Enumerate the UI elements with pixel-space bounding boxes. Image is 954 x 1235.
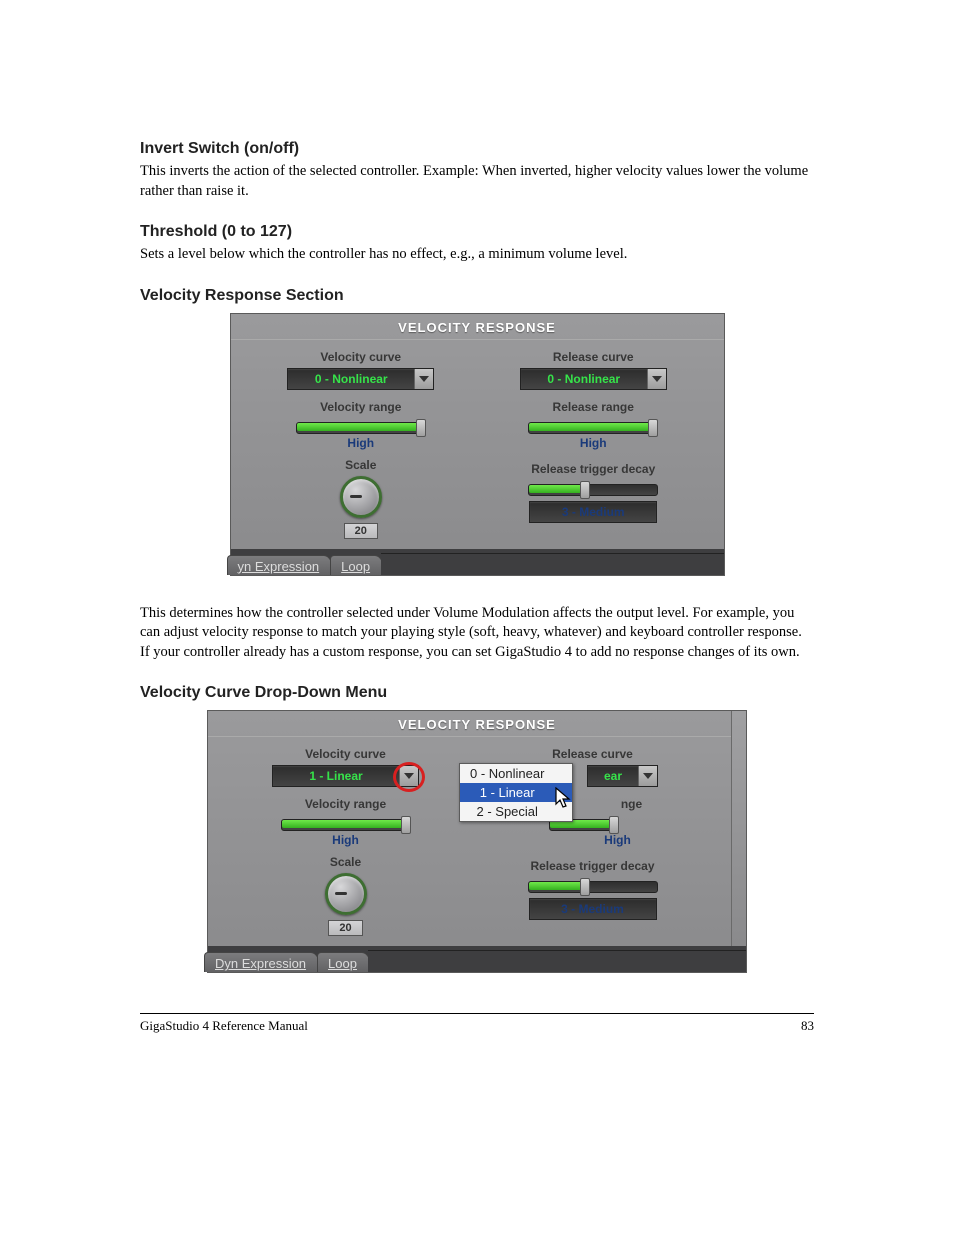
velocity-range-value: High xyxy=(245,436,478,450)
velocity-curve-value: 0 - Nonlinear xyxy=(288,372,414,386)
page-footer: GigaStudio 4 Reference Manual 83 xyxy=(140,1018,814,1034)
release-trigger-value: 3 - Medium xyxy=(530,902,656,916)
tab-loop[interactable]: Loop xyxy=(317,952,372,972)
body-threshold: Sets a level below which the controller … xyxy=(140,245,814,265)
page-number: 83 xyxy=(801,1018,814,1034)
label-release-trigger-decay: Release trigger decay xyxy=(469,859,716,873)
release-range-value: High xyxy=(477,436,710,450)
velocity-curve-dropdown[interactable]: 0 - Nonlinear xyxy=(287,368,434,390)
label-velocity-curve: Velocity curve xyxy=(245,350,478,364)
velocity-response-panel-a: VELOCITY RESPONSE Velocity curve 0 - Non… xyxy=(230,313,725,576)
release-range-slider[interactable] xyxy=(528,420,658,434)
heading-threshold: Threshold (0 to 127) xyxy=(140,223,814,241)
heading-invert: Invert Switch (on/off) xyxy=(140,140,814,158)
panel-title: VELOCITY RESPONSE xyxy=(208,711,746,737)
release-trigger-value: 3 - Medium xyxy=(530,505,656,519)
release-trigger-slider[interactable] xyxy=(528,879,658,893)
scale-value[interactable]: 20 xyxy=(344,523,378,539)
tab-dyn-expression[interactable]: Dyn Expression xyxy=(204,952,321,972)
velocity-curve-menu[interactable]: 0 - Nonlinear 1 - Linear 2 - Special xyxy=(459,763,573,822)
label-velocity-curve: Velocity curve xyxy=(222,747,469,761)
label-release-range: Release range xyxy=(477,400,710,414)
release-curve-value: 0 - Nonlinear xyxy=(521,372,647,386)
body-velocity-response: This determines how the controller selec… xyxy=(140,604,814,663)
scale-value[interactable]: 20 xyxy=(328,920,362,936)
dropdown-arrow-icon[interactable] xyxy=(414,369,433,389)
body-invert: This inverts the action of the selected … xyxy=(140,162,814,201)
dropdown-arrow-icon[interactable] xyxy=(638,766,657,786)
velocity-range-slider[interactable] xyxy=(296,420,426,434)
label-scale: Scale xyxy=(222,855,469,869)
menu-option-special[interactable]: 2 - Special xyxy=(460,802,572,821)
release-trigger-dropdown[interactable]: 3 - Medium xyxy=(529,898,657,920)
panel-tabs: yn Expression Loop xyxy=(231,549,724,575)
menu-option-linear[interactable]: 1 - Linear xyxy=(460,783,572,802)
label-scale: Scale xyxy=(245,458,478,472)
dropdown-arrow-icon[interactable] xyxy=(399,766,418,786)
release-trigger-slider[interactable] xyxy=(528,482,658,496)
label-release-trigger-decay: Release trigger decay xyxy=(477,462,710,476)
panel-title: VELOCITY RESPONSE xyxy=(231,314,724,340)
heading-velocity-response-section: Velocity Response Section xyxy=(140,287,814,305)
footer-rule xyxy=(140,1013,814,1014)
release-curve-dropdown[interactable]: 0 - Nonlinear xyxy=(520,368,667,390)
release-range-value: High xyxy=(519,833,716,847)
menu-option-nonlinear[interactable]: 0 - Nonlinear xyxy=(460,764,572,783)
label-release-curve: Release curve xyxy=(469,747,716,761)
velocity-curve-value: 1 - Linear xyxy=(273,769,399,783)
scale-knob[interactable] xyxy=(325,873,367,915)
label-velocity-range: Velocity range xyxy=(245,400,478,414)
scale-knob[interactable] xyxy=(340,476,382,518)
panel-tabs: Dyn Expression Loop xyxy=(208,946,746,972)
velocity-curve-dropdown[interactable]: 1 - Linear xyxy=(272,765,419,787)
heading-velocity-curve-dropdown: Velocity Curve Drop-Down Menu xyxy=(140,684,814,702)
release-curve-value-partial: ear xyxy=(588,769,638,783)
release-curve-dropdown[interactable]: ear xyxy=(587,765,658,787)
velocity-range-slider[interactable] xyxy=(281,817,411,831)
velocity-response-panel-b: VELOCITY RESPONSE Velocity curve 1 - Lin… xyxy=(207,710,747,973)
tab-loop[interactable]: Loop xyxy=(330,555,385,575)
footer-title: GigaStudio 4 Reference Manual xyxy=(140,1018,308,1034)
document-page: Invert Switch (on/off) This inverts the … xyxy=(0,0,954,1074)
dropdown-arrow-icon[interactable] xyxy=(647,369,666,389)
label-release-curve: Release curve xyxy=(477,350,710,364)
release-trigger-dropdown[interactable]: 3 - Medium xyxy=(529,501,657,523)
velocity-range-value: High xyxy=(222,833,469,847)
tab-dyn-expression[interactable]: yn Expression xyxy=(227,555,335,575)
label-velocity-range: Velocity range xyxy=(222,797,469,811)
